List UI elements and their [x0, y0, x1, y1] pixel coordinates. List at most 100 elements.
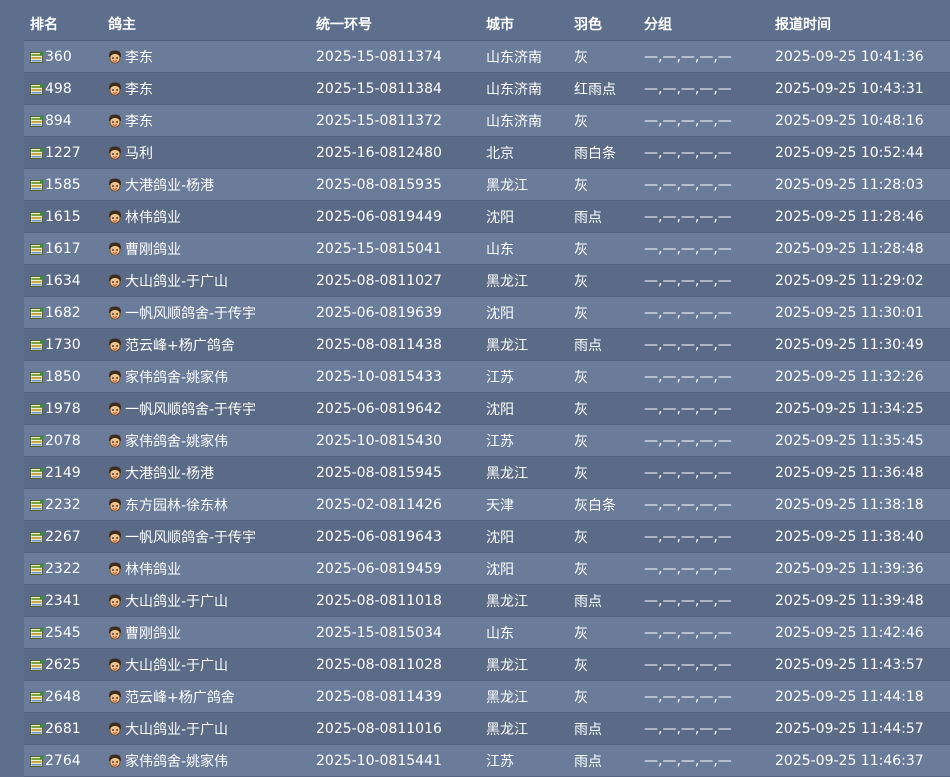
- book-icon[interactable]: [30, 403, 44, 415]
- owner-name[interactable]: 林伟鸽业: [125, 207, 181, 227]
- table-row: 2267 一帆风顺鸽舍-于传宇 2025-06-0819643 沈阳 灰 —,—…: [24, 520, 950, 553]
- rank-value[interactable]: 1585: [45, 177, 81, 193]
- rank-cell: 1585: [24, 168, 102, 201]
- owner-name[interactable]: 大山鸽业-于广山: [125, 271, 228, 291]
- book-icon[interactable]: [30, 339, 44, 351]
- report-time: 2025-09-25 11:30:01: [769, 296, 950, 329]
- owner-name[interactable]: 范云峰+杨广鸽舍: [125, 687, 235, 707]
- rank-value[interactable]: 1730: [45, 337, 81, 353]
- group-value: —,—,—,—,—: [638, 264, 769, 297]
- owner-name[interactable]: 家伟鸽舍-姚家伟: [125, 367, 228, 387]
- group-value: —,—,—,—,—: [638, 360, 769, 393]
- city: 山东济南: [480, 104, 568, 137]
- rank-value[interactable]: 2232: [45, 497, 81, 513]
- report-time: 2025-09-25 11:28:46: [769, 200, 950, 233]
- face-icon: [108, 82, 122, 96]
- owner-name[interactable]: 家伟鸽舍-姚家伟: [125, 431, 228, 451]
- rank-value[interactable]: 2681: [45, 721, 81, 737]
- book-icon[interactable]: [30, 275, 44, 287]
- rank-value[interactable]: 1978: [45, 401, 81, 417]
- rank-value[interactable]: 1682: [45, 305, 81, 321]
- rank-value[interactable]: 1227: [45, 145, 81, 161]
- table-body: 360 李东 2025-15-0811374 山东济南 灰 —,—,—,—,— …: [24, 40, 950, 777]
- owner-name[interactable]: 大山鸽业-于广山: [125, 719, 228, 739]
- group-value: —,—,—,—,—: [638, 584, 769, 617]
- owner-cell: 大山鸽业-于广山: [102, 584, 310, 617]
- rank-value[interactable]: 2341: [45, 593, 81, 609]
- rank-value[interactable]: 2267: [45, 529, 81, 545]
- owner-name[interactable]: 东方园林-徐东林: [125, 495, 228, 515]
- rank-value[interactable]: 1617: [45, 241, 81, 257]
- owner-name[interactable]: 一帆风顺鸽舍-于传宇: [125, 527, 256, 547]
- book-icon[interactable]: [30, 595, 44, 607]
- owner-name[interactable]: 范云峰+杨广鸽舍: [125, 335, 235, 355]
- book-icon[interactable]: [30, 243, 44, 255]
- book-icon[interactable]: [30, 531, 44, 543]
- owner-name[interactable]: 马利: [125, 143, 153, 163]
- rank-value[interactable]: 2764: [45, 753, 81, 769]
- rank-value[interactable]: 894: [45, 113, 72, 129]
- book-icon[interactable]: [30, 179, 44, 191]
- book-icon[interactable]: [30, 371, 44, 383]
- book-icon[interactable]: [30, 147, 44, 159]
- book-icon[interactable]: [30, 499, 44, 511]
- book-icon[interactable]: [30, 755, 44, 767]
- book-icon[interactable]: [30, 627, 44, 639]
- rank-cell: 2625: [24, 648, 102, 681]
- book-icon[interactable]: [30, 307, 44, 319]
- book-icon[interactable]: [30, 467, 44, 479]
- rank-value[interactable]: 1634: [45, 273, 81, 289]
- book-icon[interactable]: [30, 83, 44, 95]
- owner-name[interactable]: 大港鸽业-杨港: [125, 175, 214, 195]
- owner-name[interactable]: 大山鸽业-于广山: [125, 591, 228, 611]
- table-row: 498 李东 2025-15-0811384 山东济南 红雨点 —,—,—,—,…: [24, 72, 950, 105]
- rank-value[interactable]: 2149: [45, 465, 81, 481]
- rank-cell: 1850: [24, 360, 102, 393]
- rank-value[interactable]: 2078: [45, 433, 81, 449]
- book-icon[interactable]: [30, 659, 44, 671]
- table-row: 2764 家伟鸽舍-姚家伟 2025-10-0815441 江苏 雨点 —,—,…: [24, 744, 950, 777]
- owner-name[interactable]: 曹刚鸽业: [125, 623, 181, 643]
- report-time: 2025-09-25 11:43:57: [769, 648, 950, 681]
- rank-value[interactable]: 360: [45, 49, 72, 65]
- ring-number: 2025-15-0815034: [310, 616, 480, 649]
- report-time: 2025-09-25 11:38:18: [769, 488, 950, 521]
- book-icon[interactable]: [30, 691, 44, 703]
- ring-number: 2025-02-0811426: [310, 488, 480, 521]
- rank-value[interactable]: 498: [45, 81, 72, 97]
- rank-value[interactable]: 2648: [45, 689, 81, 705]
- owner-name[interactable]: 李东: [125, 47, 153, 67]
- rank-value[interactable]: 1615: [45, 209, 81, 225]
- group-value: —,—,—,—,—: [638, 72, 769, 105]
- owner-name[interactable]: 李东: [125, 111, 153, 131]
- book-icon[interactable]: [30, 51, 44, 63]
- report-time: 2025-09-25 10:52:44: [769, 136, 950, 169]
- rank-value[interactable]: 2625: [45, 657, 81, 673]
- book-icon[interactable]: [30, 115, 44, 127]
- owner-name[interactable]: 一帆风顺鸽舍-于传宇: [125, 303, 256, 323]
- book-icon[interactable]: [30, 435, 44, 447]
- owner-name[interactable]: 林伟鸽业: [125, 559, 181, 579]
- owner-name[interactable]: 曹刚鸽业: [125, 239, 181, 259]
- feather-color: 灰: [568, 232, 638, 265]
- rank-value[interactable]: 2545: [45, 625, 81, 641]
- report-time: 2025-09-25 11:44:18: [769, 680, 950, 713]
- owner-name[interactable]: 一帆风顺鸽舍-于传宇: [125, 399, 256, 419]
- book-icon[interactable]: [30, 723, 44, 735]
- book-icon[interactable]: [30, 563, 44, 575]
- results-table-container: 排名 鸽主 统一环号 城市 羽色 分组 报道时间 360 李东 2025-15-…: [24, 8, 950, 777]
- city: 沈阳: [480, 296, 568, 329]
- book-icon[interactable]: [30, 211, 44, 223]
- rank-value[interactable]: 1850: [45, 369, 81, 385]
- table-row: 1615 林伟鸽业 2025-06-0819449 沈阳 雨点 —,—,—,—,…: [24, 200, 950, 233]
- owner-name[interactable]: 大山鸽业-于广山: [125, 655, 228, 675]
- face-icon: [108, 690, 122, 704]
- owner-name[interactable]: 大港鸽业-杨港: [125, 463, 214, 483]
- owner-name[interactable]: 李东: [125, 79, 153, 99]
- face-icon: [108, 402, 122, 416]
- owner-cell: 家伟鸽舍-姚家伟: [102, 424, 310, 457]
- city: 江苏: [480, 360, 568, 393]
- rank-value[interactable]: 2322: [45, 561, 81, 577]
- feather-color: 灰: [568, 616, 638, 649]
- owner-cell: 大港鸽业-杨港: [102, 168, 310, 201]
